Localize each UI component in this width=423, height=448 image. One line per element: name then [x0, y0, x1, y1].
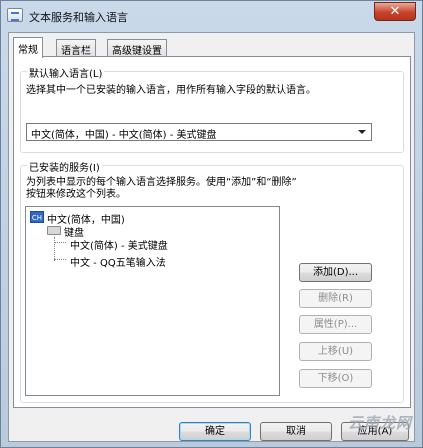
default-language-legend: 默认输入语言(L) — [27, 65, 105, 80]
tree-item-language[interactable]: 中文(简体，中国) — [47, 211, 125, 226]
default-language-select[interactable]: 中文(简体，中国) - 中文(简体) - 美式键盘 — [26, 123, 372, 141]
keyboard-app-icon — [7, 8, 23, 22]
ok-button[interactable]: 确定 — [179, 422, 251, 441]
move-up-button[interactable]: 上移(U) — [299, 342, 372, 361]
tree-connector-line — [54, 237, 55, 261]
dialog-window: 文本服务和输入语言 ✕ 常规 语言栏 高级键设置 默认输入语言(L) 选择其中一… — [0, 0, 423, 448]
dialog-client-area: 常规 语言栏 高级键设置 默认输入语言(L) 选择其中一个已安装的输入语言，用作… — [8, 32, 415, 442]
close-icon: ✕ — [389, 4, 401, 19]
move-down-button[interactable]: 下移(O) — [299, 369, 372, 388]
tree-connector-line — [54, 242, 66, 243]
tab-advanced-key-settings[interactable]: 高级键设置 — [107, 39, 167, 57]
remove-button[interactable]: 删除(R) — [299, 289, 372, 308]
default-language-selected-value: 中文(简体，中国) - 中文(简体) - 美式键盘 — [31, 130, 217, 141]
tab-general[interactable]: 常规 — [13, 37, 43, 58]
tree-item-us-keyboard[interactable]: 中文(简体) - 美式键盘 — [70, 237, 168, 252]
installed-services-description-line2: 按钮来修改这个列表。 — [26, 189, 126, 200]
installed-services-description-line1: 为列表中显示的每个输入语言选择服务。使用“添加”和“删除” — [26, 177, 297, 188]
installed-services-legend: 已安装的服务(I) — [27, 159, 102, 174]
chevron-down-icon — [358, 130, 366, 134]
window-title: 文本服务和输入语言 — [29, 11, 128, 24]
tree-item-qq-wubi[interactable]: 中文 - QQ五笔输入法 — [70, 254, 166, 269]
default-language-description: 选择其中一个已安装的输入语言，用作所有输入字段的默认语言。 — [26, 85, 316, 96]
properties-button[interactable]: 属性(P)... — [299, 315, 372, 334]
tab-panel-general: 默认输入语言(L) 选择其中一个已安装的输入语言，用作所有输入字段的默认语言。 … — [13, 56, 411, 408]
cancel-button[interactable]: 取消 — [260, 422, 332, 441]
watermark-text: 云南龙网 — [347, 414, 412, 432]
language-icon: CH — [30, 211, 44, 223]
title-bar[interactable]: 文本服务和输入语言 ✕ — [1, 1, 422, 31]
installed-services-tree[interactable]: CH 中文(简体，中国) 键盘 中文(简体) - 美式键盘 中文 - QQ五笔输… — [25, 206, 280, 396]
add-button[interactable]: 添加(D)... — [299, 263, 372, 282]
close-button[interactable]: ✕ — [374, 2, 416, 21]
tab-language-bar[interactable]: 语言栏 — [56, 39, 96, 57]
tree-connector-line — [54, 259, 66, 260]
keyboard-icon — [47, 226, 61, 235]
